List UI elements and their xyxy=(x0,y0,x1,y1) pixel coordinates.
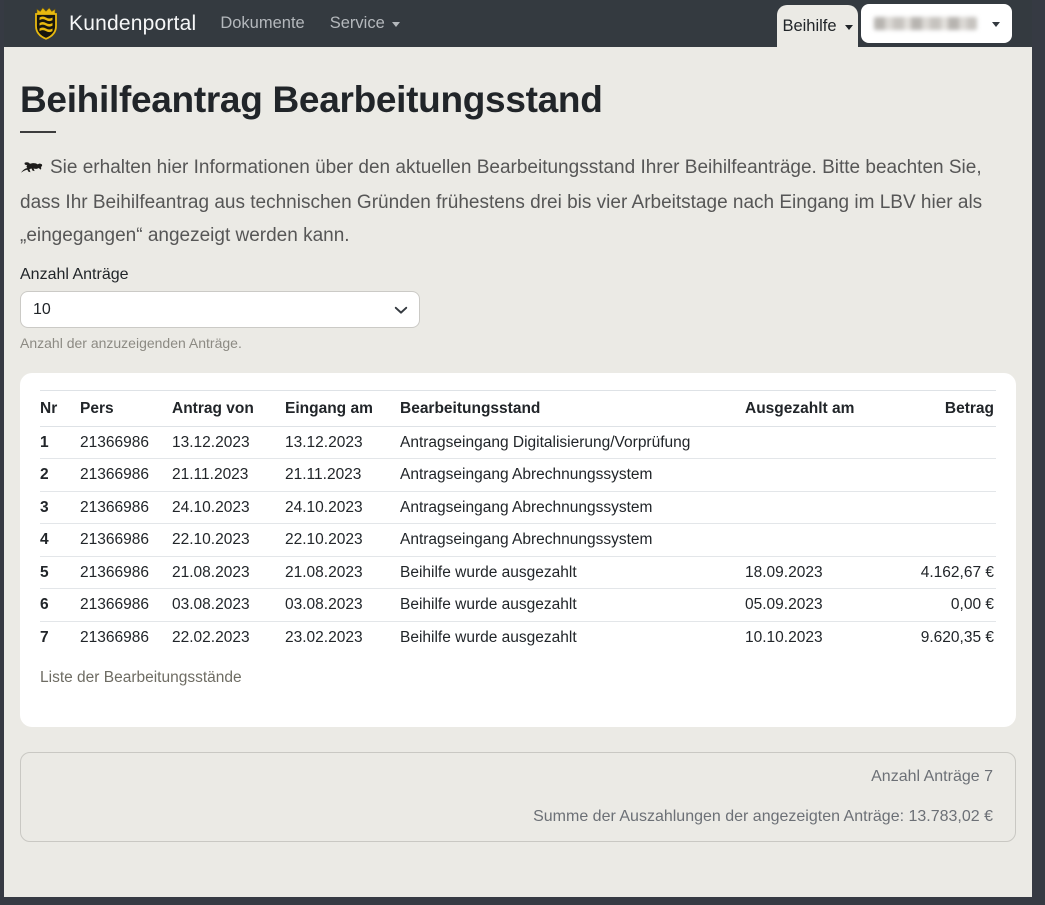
table-cell: 22.02.2023 xyxy=(172,628,250,646)
table-cell: 21366986 xyxy=(80,491,172,525)
table-cell: 03.08.2023 xyxy=(285,588,400,622)
portal-page: Kundenportal Dokumente Service Beihilfe … xyxy=(4,0,1032,897)
nav-link-dokumente[interactable]: Dokumente xyxy=(220,14,304,33)
table-cell: 21.08.2023 xyxy=(172,556,285,590)
table-cell: 05.09.2023 xyxy=(745,588,876,622)
table-cell: Antragseingang Abrechnungssystem xyxy=(400,491,745,525)
top-navbar: Kundenportal Dokumente Service Beihilfe xyxy=(4,0,1032,47)
table-cell: 9.620,35 € xyxy=(920,628,994,646)
table-cell xyxy=(876,426,996,460)
table-cell: 21366986 xyxy=(80,628,149,646)
user-menu-dropdown[interactable] xyxy=(861,4,1012,43)
table-cell: 18.09.2023 xyxy=(745,556,876,590)
table-cell: 22.10.2023 xyxy=(285,523,400,557)
table-caption: Liste der Bearbeitungsstände xyxy=(40,669,242,687)
table-row: 7 21366986 22.02.2023 23.02.2023 Beihilfe wu… xyxy=(40,621,996,653)
table-cell: 21366986 xyxy=(80,556,172,590)
status-table: Nr Pers Antrag von Eingang am Bearbeitungsst… xyxy=(40,389,996,654)
table-cell: 7 xyxy=(40,628,49,646)
table-cell: 21366986 xyxy=(80,426,172,460)
table-cell: 21366986 xyxy=(80,458,172,492)
page-title: Beihilfeantrag Bearbeitungsstand xyxy=(20,79,603,120)
table-cell xyxy=(745,458,876,492)
column-header-betrag: Betrag xyxy=(876,390,996,427)
table-cell: 24.10.2023 xyxy=(285,491,400,525)
caret-down-icon xyxy=(844,24,853,30)
table-cell: Antragseingang Digitalisierung/Vorprüfun… xyxy=(400,426,745,460)
nav-link-service[interactable]: Service xyxy=(330,14,400,33)
table-cell: 6 xyxy=(40,588,80,622)
table-cell: 13.12.2023 xyxy=(172,426,285,460)
table-cell: 22.10.2023 xyxy=(172,523,285,557)
table-row: 6 21366986 03.08.2023 03.08.2023 Beihilfe wu… xyxy=(40,588,996,622)
bw-coat-of-arms-logo-icon xyxy=(33,7,59,40)
column-header-eingang-am: Eingang am xyxy=(285,390,400,427)
table-cell: Antragseingang Abrechnungssystem xyxy=(400,523,745,557)
table-cell: 21.08.2023 xyxy=(285,556,400,590)
table-cell xyxy=(745,491,876,525)
table-cell: Antragseingang Abrechnungssystem xyxy=(400,458,745,492)
brand-link[interactable]: Kundenportal xyxy=(33,7,196,40)
column-header-bearbeitungsstand: Bearbeitungsstand xyxy=(400,390,745,427)
table-cell: 21.11.2023 xyxy=(285,458,400,492)
title-underline xyxy=(20,131,56,134)
table-cell: 10.10.2023 xyxy=(745,628,823,646)
count-select-label: Anzahl Anträge xyxy=(20,265,129,283)
table-cell: 4.162,67 € xyxy=(876,556,996,590)
status-table-card: Nr Pers Antrag von Eingang am Bearbeitungsst… xyxy=(20,372,1016,728)
table-cell: 23.02.2023 xyxy=(285,628,363,646)
table-cell xyxy=(745,523,876,557)
table-cell xyxy=(745,426,876,460)
table-cell: 13.12.2023 xyxy=(285,426,400,460)
table-cell xyxy=(876,491,996,525)
table-header-row: Nr Pers Antrag von Eingang am Bearbeitungsst… xyxy=(40,390,996,427)
table-row: 4 21366986 22.10.2023 22.10.2023 Antragseing… xyxy=(40,523,996,557)
table-cell: 1 xyxy=(40,426,80,460)
tab-beihilfe[interactable]: Beihilfe xyxy=(777,5,858,47)
table-cell xyxy=(876,458,996,492)
summary-sum: Summe der Auszahlungen der angezeigten A… xyxy=(533,808,993,826)
caret-down-icon xyxy=(992,22,1000,27)
table-cell: 4 xyxy=(40,523,80,557)
table-row: 5 21366986 21.08.2023 21.08.2023 Beihilfe wu… xyxy=(40,556,996,590)
summary-box: Anzahl Anträge 7 Summe der Auszahlungen … xyxy=(20,752,1016,843)
brand-title: Kundenportal xyxy=(69,11,197,35)
table-row: 3 21366986 24.10.2023 24.10.2023 Antragseing… xyxy=(40,491,996,525)
table-cell: 3 xyxy=(40,491,80,525)
table-cell: 24.10.2023 xyxy=(172,491,285,525)
column-header-antrag-von: Antrag von xyxy=(172,390,285,427)
column-header-ausgezahlt-am: Ausgezahlt am xyxy=(745,390,876,427)
intro-text: Sie erhalten hier Informationen über den… xyxy=(20,151,1016,253)
caret-down-icon xyxy=(391,22,400,27)
table-cell: Beihilfe wurde ausgezahlt xyxy=(400,588,745,622)
table-cell: 5 xyxy=(40,556,80,590)
lion-icon xyxy=(20,152,43,186)
summary-count: Anzahl Anträge 7 xyxy=(871,768,993,786)
column-header-nr: Nr xyxy=(40,390,80,427)
table-cell: Beihilfe wurde ausgezahlt xyxy=(400,628,577,646)
table-cell: 0,00 € xyxy=(876,588,996,622)
table-cell: 03.08.2023 xyxy=(172,588,285,622)
table-cell: Beihilfe wurde ausgezahlt xyxy=(400,556,745,590)
count-select-help: Anzahl der anzuzeigenden Anträge. xyxy=(20,334,242,351)
table-cell: 2 xyxy=(40,458,80,492)
table-row: 1 21366986 13.12.2023 13.12.2023 Antragseing… xyxy=(40,426,996,460)
column-header-pers: Pers xyxy=(80,390,172,427)
table-cell: 21366986 xyxy=(80,588,172,622)
table-row: 2 21366986 21.11.2023 21.11.2023 Antragseing… xyxy=(40,458,996,492)
redacted-username xyxy=(874,17,977,30)
table-cell xyxy=(876,523,996,557)
table-cell: 21366986 xyxy=(80,523,172,557)
main-content: Beihilfeantrag Bearbeitungsstand Sie erh… xyxy=(4,47,1032,843)
table-cell: 21.11.2023 xyxy=(172,458,285,492)
count-select-wrap: 10 xyxy=(20,290,420,328)
count-select[interactable]: 10 xyxy=(20,290,420,328)
